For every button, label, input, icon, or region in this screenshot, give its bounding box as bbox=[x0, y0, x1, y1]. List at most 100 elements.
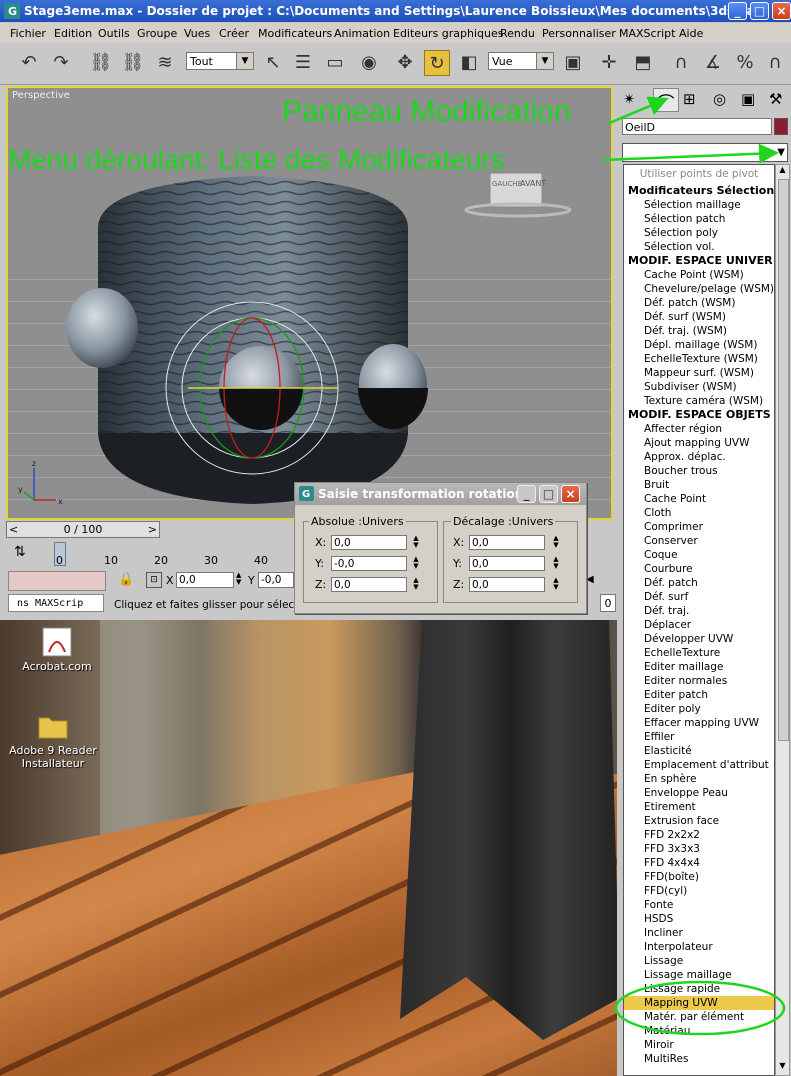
modifier-item[interactable]: FFD 2x2x2 bbox=[644, 828, 700, 842]
rect-selection-icon[interactable]: ▭ bbox=[322, 50, 348, 76]
modifier-item[interactable]: Affecter région bbox=[644, 422, 722, 436]
modifier-item[interactable]: Cache Point (WSM) bbox=[644, 268, 744, 282]
modifier-list-dropdown[interactable]: ▼ bbox=[622, 143, 788, 162]
modifier-item[interactable]: Fonte bbox=[644, 898, 673, 912]
menu-modificateurs[interactable]: Modificateurs bbox=[258, 27, 332, 40]
motion-tab-icon[interactable]: ◎ bbox=[713, 90, 726, 108]
modifier-item[interactable]: Déf. traj. (WSM) bbox=[644, 324, 727, 338]
modifier-item[interactable]: Chevelure/pelage (WSM) bbox=[644, 282, 774, 296]
modifier-item[interactable]: FFD(boîte) bbox=[644, 870, 699, 884]
abs-y-spinner-icon[interactable]: ▲ ▼ bbox=[411, 556, 421, 571]
modifier-item[interactable]: Matériau bbox=[644, 1024, 690, 1038]
scroll-up-icon[interactable]: ▲ bbox=[777, 165, 788, 177]
abs-z-spinner-icon[interactable]: ▲ ▼ bbox=[411, 577, 421, 592]
desktop-icon-adobe-reader[interactable]: Adobe 9 Reader Installateur bbox=[8, 710, 98, 770]
abs-x-field[interactable]: 0,0 bbox=[331, 535, 407, 550]
display-tab-icon[interactable]: ▣ bbox=[741, 90, 755, 108]
modifier-item[interactable]: Ajout mapping UVW bbox=[644, 436, 749, 450]
modify-tab-icon[interactable]: ⌒ bbox=[653, 88, 679, 114]
dialog-title-bar[interactable]: G Saisie transformation rotation _ □ × bbox=[295, 483, 586, 505]
menu-fichier[interactable]: Fichier bbox=[10, 27, 46, 40]
modifier-item[interactable]: Sélection vol. bbox=[644, 240, 715, 254]
select-by-name-icon[interactable]: ☰ bbox=[290, 50, 316, 76]
desktop-icon-acrobat[interactable]: Acrobat.com bbox=[12, 626, 102, 673]
menu-vues[interactable]: Vues bbox=[184, 27, 210, 40]
menu-outils[interactable]: Outils bbox=[98, 27, 130, 40]
offset-y-spinner-icon[interactable]: ▲ ▼ bbox=[551, 556, 561, 571]
chevron-left-icon[interactable]: < bbox=[9, 522, 18, 537]
absolute-mode-icon[interactable]: ⊡ bbox=[146, 572, 162, 588]
modifier-item[interactable]: Cache Point bbox=[644, 492, 706, 506]
maxscript-mini-listener[interactable]: ns MAXScrip bbox=[8, 594, 104, 612]
modifier-list-scrollbar[interactable]: ▲ ▼ bbox=[775, 164, 790, 1076]
offset-x-spinner-icon[interactable]: ▲ ▼ bbox=[551, 535, 561, 550]
modifier-item[interactable]: Lissage maillage bbox=[644, 968, 732, 982]
redo-icon[interactable]: ↷ bbox=[48, 50, 74, 76]
hierarchy-tab-icon[interactable]: ⊞ bbox=[683, 90, 696, 108]
modifier-item[interactable]: Mapping UVW bbox=[624, 996, 774, 1010]
modifier-item[interactable]: Texture caméra (WSM) bbox=[644, 394, 763, 408]
modifier-item[interactable]: Editer poly bbox=[644, 702, 701, 716]
modifier-item[interactable]: Dépl. maillage (WSM) bbox=[644, 338, 757, 352]
modifier-item[interactable]: Editer normales bbox=[644, 674, 727, 688]
modifier-item[interactable]: FFD 3x3x3 bbox=[644, 842, 700, 856]
offset-z-field[interactable]: 0,0 bbox=[469, 577, 545, 592]
track-bar[interactable]: 0 10 20 30 40 bbox=[54, 542, 294, 567]
menu-aide[interactable]: Aide bbox=[679, 27, 703, 40]
utilities-tab-icon[interactable]: ⚒ bbox=[769, 90, 782, 108]
mirror-icon[interactable]: ⬒ bbox=[630, 50, 656, 76]
abs-z-field[interactable]: 0,0 bbox=[331, 577, 407, 592]
percent-snap-icon[interactable]: % bbox=[732, 50, 758, 76]
current-frame-field[interactable]: 0 bbox=[600, 594, 616, 612]
modifier-item[interactable]: Comprimer bbox=[644, 520, 703, 534]
modifier-item[interactable]: Enveloppe Peau bbox=[644, 786, 728, 800]
y-coord-field[interactable]: -0,0 bbox=[258, 572, 294, 588]
chevron-right-icon[interactable]: > bbox=[148, 522, 157, 537]
lock-icon[interactable]: 🔒 bbox=[118, 572, 134, 587]
dialog-maximize-button[interactable]: □ bbox=[539, 485, 558, 503]
modifier-item[interactable]: Editer patch bbox=[644, 688, 708, 702]
x-spinner-icon[interactable]: ▲ ▼ bbox=[236, 572, 241, 586]
modifier-item[interactable]: HSDS bbox=[644, 912, 673, 926]
modifier-item[interactable]: Déplacer bbox=[644, 618, 691, 632]
close-button[interactable]: × bbox=[772, 2, 791, 20]
pivot-center-icon[interactable]: ▣ bbox=[560, 50, 586, 76]
menu-creer[interactable]: Créer bbox=[219, 27, 249, 40]
title-bar[interactable]: G Stage3eme.max - Dossier de projet : C:… bbox=[0, 0, 791, 22]
use-pivot-points-toggle[interactable]: Utiliser points de pivot bbox=[624, 167, 774, 181]
modifier-item[interactable]: Sélection poly bbox=[644, 226, 718, 240]
angle-snap-icon[interactable]: ∡ bbox=[700, 50, 726, 76]
modifier-item[interactable]: Déf. surf (WSM) bbox=[644, 310, 726, 324]
modifier-item[interactable]: Miroir bbox=[644, 1038, 674, 1052]
modifier-item[interactable]: En sphère bbox=[644, 772, 696, 786]
scale-icon[interactable]: ◧ bbox=[456, 50, 482, 76]
modifier-item[interactable]: Subdiviser (WSM) bbox=[644, 380, 737, 394]
snap-toggle-icon[interactable]: ∩ bbox=[668, 50, 694, 76]
modifier-item[interactable]: EchelleTexture (WSM) bbox=[644, 352, 758, 366]
menu-rendu[interactable]: Rendu bbox=[500, 27, 535, 40]
create-tab-icon[interactable]: ✴ bbox=[623, 90, 636, 108]
modifier-item[interactable]: Emplacement d'attribut bbox=[644, 758, 769, 772]
modifier-item[interactable]: Incliner bbox=[644, 926, 683, 940]
scroll-thumb[interactable] bbox=[778, 179, 789, 741]
modifier-item[interactable]: EchelleTexture bbox=[644, 646, 720, 660]
select-cursor-icon[interactable]: ↖ bbox=[260, 50, 286, 76]
modifier-item[interactable]: Matér. par élément bbox=[644, 1010, 744, 1024]
time-slider[interactable]: < 0 / 100 > bbox=[6, 521, 160, 538]
play-back-icon[interactable]: ◀ bbox=[586, 574, 594, 585]
modifier-item[interactable]: Bruit bbox=[644, 478, 669, 492]
modifier-item[interactable]: Lissage bbox=[644, 954, 683, 968]
modifier-item[interactable]: Coque bbox=[644, 548, 678, 562]
modifier-item[interactable]: Déf. traj. bbox=[644, 604, 689, 618]
spinner-snap-icon[interactable]: ∩ bbox=[762, 50, 788, 76]
offset-y-field[interactable]: 0,0 bbox=[469, 556, 545, 571]
modifier-item[interactable]: Lissage rapide bbox=[644, 982, 720, 996]
modifier-item[interactable]: Déf. surf bbox=[644, 590, 688, 604]
object-name-field[interactable]: OeilD bbox=[622, 118, 772, 135]
modifier-item[interactable]: FFD 4x4x4 bbox=[644, 856, 700, 870]
modifier-item[interactable]: Courbure bbox=[644, 562, 693, 576]
modifier-item[interactable]: Interpolateur bbox=[644, 940, 713, 954]
move-icon[interactable]: ✥ bbox=[392, 50, 418, 76]
modifier-item[interactable]: Elasticité bbox=[644, 744, 692, 758]
modifier-item[interactable]: Extrusion face bbox=[644, 814, 719, 828]
